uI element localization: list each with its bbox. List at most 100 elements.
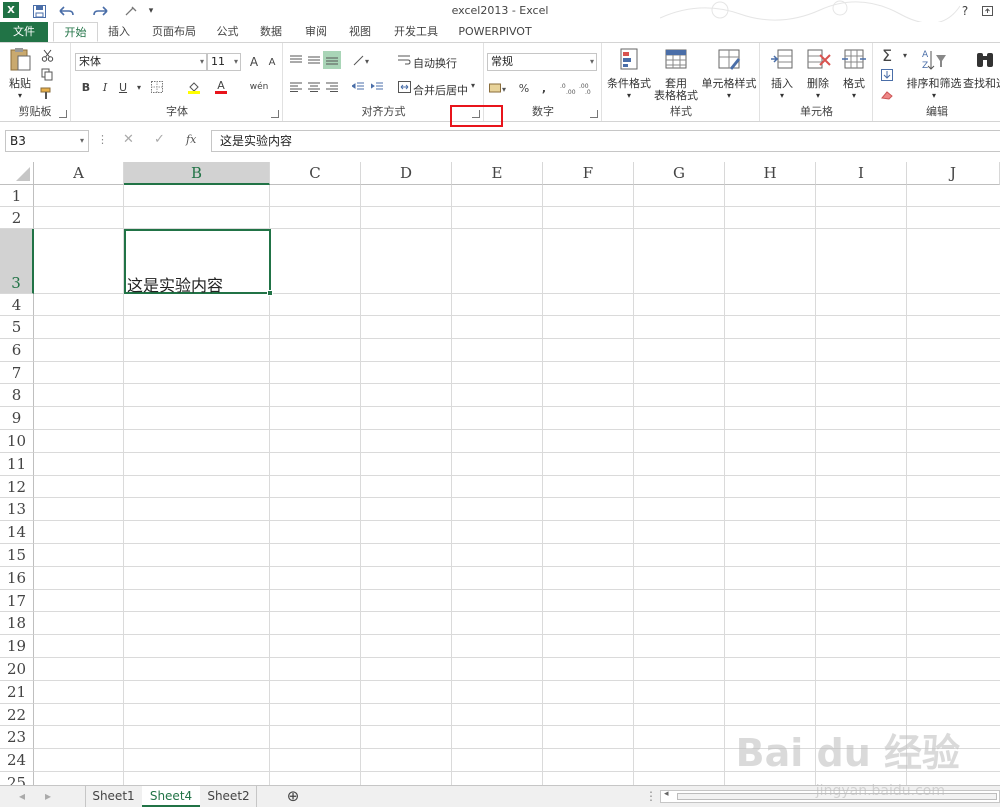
delete-cells-button[interactable]: 删除 ▾ [801, 47, 835, 102]
paste-button[interactable]: 粘贴 ▾ [3, 47, 37, 102]
find-select-button[interactable]: 查找和选 [962, 47, 1000, 90]
row-header-13[interactable]: 13 [0, 498, 34, 521]
align-middle-icon[interactable] [305, 51, 323, 69]
increase-decimal-icon[interactable]: .0.00 [559, 79, 577, 97]
underline-dropdown-icon[interactable]: ▾ [130, 78, 148, 96]
increase-indent-icon[interactable] [368, 78, 386, 96]
row-header-5[interactable]: 5 [0, 316, 34, 339]
worksheet-grid[interactable]: ABCDEFGHIJ 1 2 3 4 5 6 7 8 9 10 11 12 13 14 15 16 17 18 19… [0, 162, 1000, 785]
sheet-tab-sheet4[interactable]: Sheet4 [142, 786, 200, 807]
sort-filter-button[interactable]: AZ 排序和筛选 ▾ [906, 47, 962, 102]
row-header-18[interactable]: 18 [0, 612, 34, 635]
tab-formulas[interactable]: 公式 [210, 22, 245, 42]
align-top-icon[interactable] [287, 51, 305, 69]
font-name-select[interactable]: 宋体 ▾ [75, 53, 207, 71]
tab-page-layout[interactable]: 页面布局 [145, 22, 203, 42]
sheet-tab-sheet2[interactable]: Sheet2 [201, 786, 257, 807]
row-header-1[interactable]: 1 [0, 185, 34, 207]
wrap-text-label[interactable]: 自动换行 [413, 55, 457, 71]
orientation-icon[interactable]: ▾ [349, 51, 375, 69]
column-header-g[interactable]: G [634, 162, 725, 185]
align-bottom-icon[interactable] [323, 51, 341, 69]
format-as-table-button[interactable]: 套用 表格格式 [651, 47, 701, 102]
scroll-sheets-right-icon[interactable]: ▸ [40, 786, 56, 807]
column-header-f[interactable]: F [543, 162, 634, 185]
format-cells-button[interactable]: 格式 ▾ [837, 47, 871, 102]
help-button[interactable]: ? [958, 2, 972, 20]
merge-center-label[interactable]: 合并后居中 [413, 82, 468, 98]
merge-center-icon[interactable] [395, 78, 413, 96]
autosum-button[interactable]: Σ [878, 46, 896, 65]
row-header-9[interactable]: 9 [0, 407, 34, 430]
phonetic-button[interactable]: wén [250, 78, 269, 96]
row-header-20[interactable]: 20 [0, 658, 34, 681]
row-header-14[interactable]: 14 [0, 521, 34, 544]
fill-handle[interactable] [267, 290, 273, 296]
sheet-tab-sheet1[interactable]: Sheet1 [85, 786, 141, 807]
conditional-format-button[interactable]: 条件格式 ▾ [605, 47, 653, 102]
row-header-15[interactable]: 15 [0, 544, 34, 567]
row-header-16[interactable]: 16 [0, 567, 34, 590]
tab-file[interactable]: 文件 [0, 22, 48, 42]
row-header-17[interactable]: 17 [0, 590, 34, 612]
scroll-left-icon[interactable]: ◂ [664, 789, 669, 799]
percent-button[interactable]: % [515, 79, 533, 97]
column-header-j[interactable]: J [907, 162, 1000, 185]
font-launcher-icon[interactable] [271, 110, 279, 118]
shrink-font-button[interactable]: A [263, 53, 281, 71]
row-header-8[interactable]: 8 [0, 384, 34, 407]
fill-color-icon[interactable] [185, 78, 203, 96]
row-header-3[interactable]: 3 [0, 229, 34, 294]
italic-button[interactable]: I [96, 78, 114, 96]
decrease-decimal-icon[interactable]: .00.0 [578, 79, 596, 97]
grow-font-button[interactable]: A [245, 53, 263, 71]
row-header-10[interactable]: 10 [0, 430, 34, 453]
ribbon-display-icon[interactable] [980, 2, 994, 20]
number-format-select[interactable]: 常规 ▾ [487, 53, 597, 71]
font-color-button[interactable]: A [212, 78, 230, 96]
currency-icon[interactable]: ▾ [487, 79, 511, 97]
row-header-21[interactable]: 21 [0, 681, 34, 704]
clipboard-launcher-icon[interactable] [59, 110, 67, 118]
tab-review[interactable]: 审阅 [297, 22, 335, 42]
column-header-e[interactable]: E [452, 162, 543, 185]
clear-icon[interactable] [878, 86, 896, 104]
column-header-a[interactable]: A [34, 162, 124, 185]
add-sheet-icon[interactable]: ⊕ [282, 786, 304, 807]
enter-icon[interactable]: ✓ [154, 132, 165, 147]
merge-dropdown-icon[interactable]: ▾ [471, 81, 475, 90]
row-header-25[interactable]: 25 [0, 772, 34, 785]
fill-icon[interactable] [878, 66, 896, 84]
cell-styles-button[interactable]: 单元格样式 ▾ [701, 47, 757, 102]
border-icon[interactable] [148, 78, 166, 96]
row-header-12[interactable]: 12 [0, 476, 34, 498]
row-header-4[interactable]: 4 [0, 294, 34, 316]
tab-view[interactable]: 视图 [341, 22, 379, 42]
number-launcher-icon[interactable] [590, 110, 598, 118]
cut-icon[interactable] [38, 46, 56, 64]
row-header-23[interactable]: 23 [0, 726, 34, 749]
tab-data[interactable]: 数据 [252, 22, 290, 42]
tab-home[interactable]: 开始 [53, 22, 98, 42]
align-right-icon[interactable] [323, 78, 341, 96]
font-size-select[interactable]: 11 ▾ [207, 53, 241, 71]
column-header-c[interactable]: C [270, 162, 361, 185]
decrease-indent-icon[interactable] [349, 78, 367, 96]
comma-button[interactable]: , [535, 79, 553, 97]
insert-cells-button[interactable]: 插入 ▾ [765, 47, 799, 102]
wrap-text-icon[interactable] [395, 51, 413, 69]
formula-input[interactable]: 这是实验内容 [211, 130, 1000, 152]
copy-icon[interactable] [38, 65, 56, 83]
cancel-icon[interactable]: ✕ [123, 132, 134, 147]
format-painter-icon[interactable] [38, 84, 56, 102]
row-header-11[interactable]: 11 [0, 453, 34, 476]
column-header-h[interactable]: H [725, 162, 816, 185]
bold-button[interactable]: B [77, 78, 95, 96]
tab-developer[interactable]: 开发工具 [386, 22, 446, 42]
tab-powerpivot[interactable]: POWERPIVOT [455, 22, 535, 42]
row-header-22[interactable]: 22 [0, 704, 34, 726]
row-header-6[interactable]: 6 [0, 339, 34, 362]
column-header-b[interactable]: B [124, 162, 270, 185]
insert-function-button[interactable]: fx [186, 133, 196, 146]
tab-insert[interactable]: 插入 [100, 22, 138, 42]
